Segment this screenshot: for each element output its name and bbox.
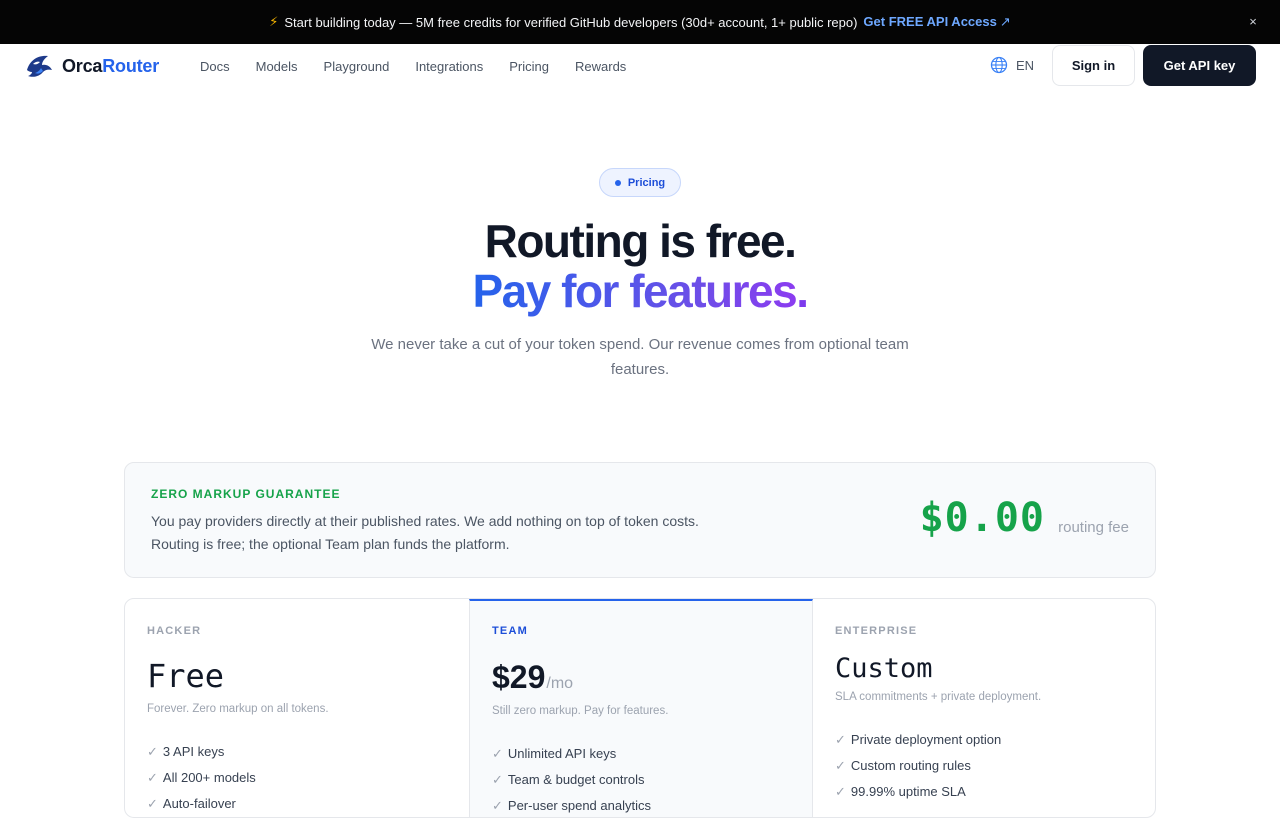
brand-name-part-2: Router (102, 55, 160, 76)
external-arrow-icon: ↗ (999, 14, 1011, 29)
close-icon[interactable]: × (1246, 14, 1260, 30)
hero-accent-text: Pay for features (472, 265, 798, 317)
plan-card-team: TEAM $29/mo Still zero markup. Pay for f… (469, 599, 813, 817)
nav-link-docs[interactable]: Docs (200, 59, 230, 74)
plan-tier: HACKER (147, 625, 202, 637)
check-icon: ✓ (492, 746, 503, 761)
plan-features: ✓ 3 API keys ✓ All 200+ models ✓ Auto-failo… (147, 739, 256, 817)
plan-tier: ENTERPRISE (835, 625, 918, 637)
feature-text: Private deployment option (850, 732, 1002, 747)
guarantee-description: You pay providers directly at their publ… (151, 513, 699, 552)
announcement-text: Start building today — 5M free credits f… (284, 14, 858, 30)
guarantee-kicker: ZERO MARKUP GUARANTEE (151, 487, 341, 501)
nav-link-pricing[interactable]: Pricing (509, 59, 549, 74)
nav-link-models[interactable]: Models (256, 59, 298, 74)
feature-text: Custom routing rules (850, 758, 971, 773)
orca-logo-icon (27, 55, 52, 77)
free-api-access-label: Get FREE API Access (863, 14, 997, 29)
language-selector[interactable]: EN (990, 56, 1034, 74)
check-icon: ✓ (147, 770, 158, 785)
check-icon: ✓ (835, 784, 846, 799)
check-icon: ✓ (147, 744, 158, 759)
brand-name-part-1: Orca (62, 55, 103, 76)
feature-text: Team & budget controls (507, 772, 645, 787)
free-api-access-link[interactable]: Get FREE API Access ↗ (863, 14, 1010, 30)
hero-accent-period: . (796, 265, 809, 317)
plan-tier: TEAM (492, 625, 528, 637)
feature-text: 3 API keys (162, 744, 225, 759)
plan-features: ✓ Unlimited API keys ✓ Team & budget contr… (492, 741, 651, 817)
badge-dot-icon (614, 179, 621, 186)
feature-item: ✓ 3 API keys (147, 739, 256, 765)
plan-price-amount: $29 (492, 659, 546, 695)
feature-item: ✓ Per-user spend analytics (492, 793, 651, 817)
language-label: EN (1016, 57, 1035, 73)
feature-item: ✓ Custom routing rules (835, 753, 1001, 779)
announcement-bar: ⚡ Start building today — 5M free credits… (0, 0, 1280, 44)
feature-text: Auto-failover (162, 796, 236, 811)
plan-note: SLA commitments + private deployment. (835, 691, 1042, 703)
feature-item: ✓ Team & budget controls (492, 767, 651, 793)
pricing-plans: HACKER Free Forever. Zero markup on all … (124, 598, 1156, 818)
nav-links: Docs Models Playground Integrations Pric… (200, 44, 652, 88)
check-icon: ✓ (835, 732, 846, 747)
feature-item: ✓ 99.99% uptime SLA (835, 779, 1001, 805)
plan-card-hacker: HACKER Free Forever. Zero markup on all … (125, 599, 469, 817)
plan-price: $29/mo (492, 659, 573, 696)
plan-features: ✓ Private deployment option ✓ Custom routi… (835, 727, 1001, 805)
feature-text: All 200+ models (162, 770, 256, 785)
plan-note: Forever. Zero markup on all tokens. (147, 703, 329, 715)
hero-title-accent: Pay for features. (0, 264, 1280, 318)
hero-title: Routing is free. (484, 215, 797, 267)
globe-icon (990, 56, 1008, 74)
top-nav: OrcaRouter Docs Models Playground Integr… (0, 44, 1280, 88)
feature-text: 99.99% uptime SLA (850, 784, 966, 799)
logo[interactable]: OrcaRouter (24, 52, 159, 80)
check-icon: ✓ (147, 796, 158, 811)
nav-link-playground[interactable]: Playground (324, 59, 390, 74)
check-icon: ✓ (835, 758, 846, 773)
routing-fee-amount: $0.00 (919, 495, 1045, 541)
feature-item: ✓ Private deployment option (835, 727, 1001, 753)
zero-markup-card: ZERO MARKUP GUARANTEE You pay providers … (124, 462, 1156, 578)
brand-name: OrcaRouter (62, 56, 159, 77)
plan-price-period: /mo (546, 675, 574, 692)
feature-text: Unlimited API keys (507, 746, 617, 761)
plan-price: Custom (835, 653, 933, 684)
plan-price: Free (147, 657, 225, 695)
section-badge: Pricing (599, 168, 681, 197)
routing-fee-label: routing fee (1058, 519, 1129, 536)
feature-item: ✓ Auto-failover (147, 791, 256, 817)
plan-card-enterprise: ENTERPRISE Custom SLA commitments + priv… (813, 599, 1155, 817)
sign-in-button[interactable]: Sign in (1052, 45, 1135, 86)
lightning-icon: ⚡ (269, 14, 279, 29)
hero-subtitle: We never take a cut of your token spend.… (371, 336, 909, 378)
feature-item: ✓ Unlimited API keys (492, 741, 651, 767)
badge-label: Pricing (627, 176, 666, 189)
nav-link-rewards[interactable]: Rewards (575, 59, 626, 74)
get-api-key-button[interactable]: Get API key (1143, 45, 1256, 86)
check-icon: ✓ (492, 772, 503, 787)
feature-text: Per-user spend analytics (507, 798, 651, 813)
plan-note: Still zero markup. Pay for features. (492, 705, 669, 717)
check-icon: ✓ (492, 798, 503, 813)
nav-link-integrations[interactable]: Integrations (415, 59, 483, 74)
feature-item: ✓ All 200+ models (147, 765, 256, 791)
